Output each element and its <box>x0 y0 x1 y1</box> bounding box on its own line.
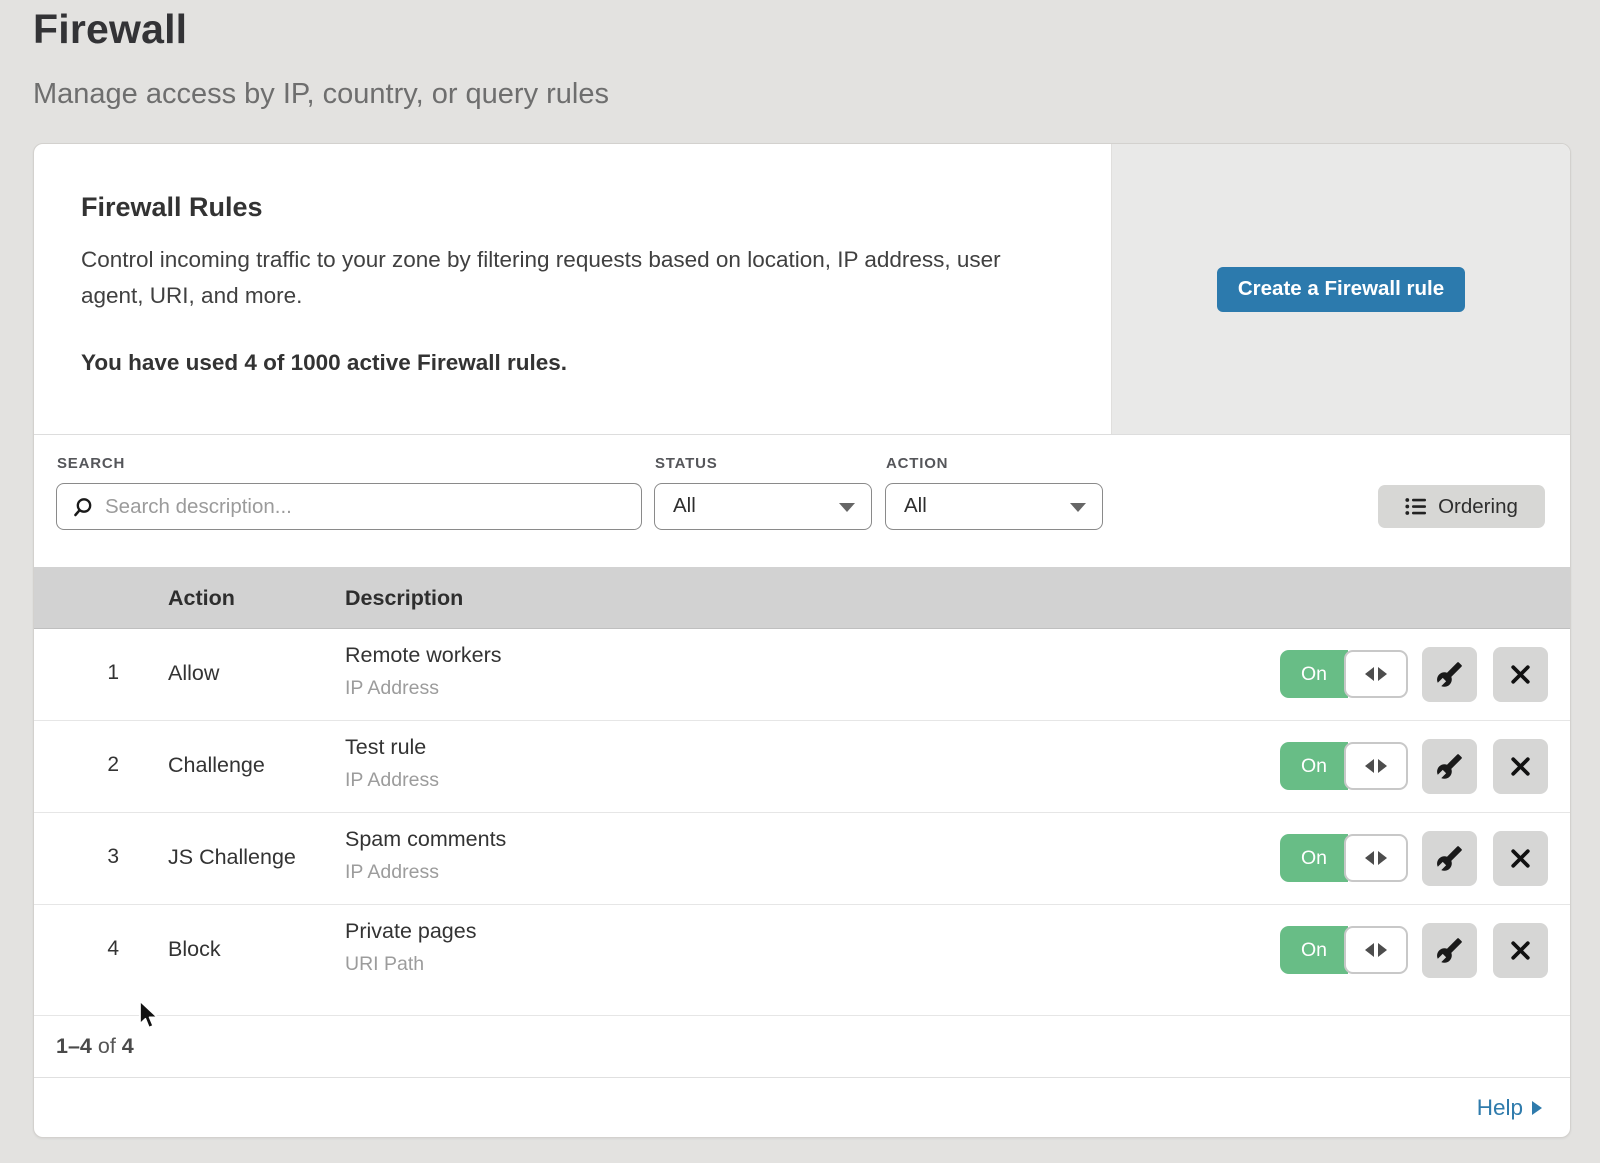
pagination-total: 4 <box>122 1034 134 1058</box>
toggle-knob[interactable] <box>1344 650 1408 698</box>
rule-enabled-toggle[interactable]: On <box>1280 926 1408 974</box>
right-arrow-icon <box>1378 667 1387 681</box>
help-link[interactable]: Help <box>1477 1095 1542 1121</box>
rules-table-body: 1 Allow Remote workers IP Address On 2 <box>34 629 1570 1016</box>
rule-enabled-toggle[interactable]: On <box>1280 650 1408 698</box>
wrench-icon <box>1436 661 1463 688</box>
rule-description-title: Test rule <box>345 735 426 760</box>
toggle-knob[interactable] <box>1344 742 1408 790</box>
pagination-range: 1–4 <box>56 1034 92 1058</box>
create-firewall-rule-button[interactable]: Create a Firewall rule <box>1217 267 1465 312</box>
search-label: SEARCH <box>57 455 125 472</box>
card-footer: Help <box>34 1077 1570 1137</box>
close-icon <box>1508 938 1533 963</box>
firewall-rules-card: Firewall Rules Control incoming traffic … <box>33 143 1571 1138</box>
rules-table-header: Action Description <box>34 567 1570 629</box>
left-arrow-icon <box>1365 667 1374 681</box>
right-arrow-icon <box>1378 943 1387 957</box>
chevron-down-icon <box>1070 503 1086 512</box>
wrench-icon <box>1436 937 1463 964</box>
rule-priority: 2 <box>79 753 119 777</box>
ordering-button[interactable]: Ordering <box>1378 485 1545 528</box>
close-icon <box>1508 662 1533 687</box>
action-select[interactable]: All <box>885 483 1103 530</box>
delete-rule-button[interactable] <box>1493 923 1548 978</box>
wrench-icon <box>1436 753 1463 780</box>
rule-action: JS Challenge <box>168 845 296 870</box>
wrench-icon <box>1436 845 1463 872</box>
search-icon <box>71 496 94 519</box>
rule-match-type: IP Address <box>345 861 439 884</box>
rule-description-title: Spam comments <box>345 827 506 852</box>
status-label: STATUS <box>655 455 718 472</box>
table-row: 3 JS Challenge Spam comments IP Address … <box>34 813 1570 905</box>
rule-action: Challenge <box>168 753 265 778</box>
overview-section: Firewall Rules Control incoming traffic … <box>34 144 1570 434</box>
table-row: 2 Challenge Test rule IP Address On <box>34 721 1570 813</box>
pagination: 1–4 of 4 <box>34 1016 1570 1077</box>
right-arrow-icon <box>1378 851 1387 865</box>
rule-enabled-toggle[interactable]: On <box>1280 742 1408 790</box>
column-header-description: Description <box>345 567 463 629</box>
action-label: ACTION <box>886 455 948 472</box>
close-icon <box>1508 754 1533 779</box>
right-triangle-icon <box>1532 1101 1542 1115</box>
delete-rule-button[interactable] <box>1493 647 1548 702</box>
edit-rule-button[interactable] <box>1422 739 1477 794</box>
toggle-on-label: On <box>1280 742 1348 790</box>
pagination-of: of <box>98 1034 116 1058</box>
page-subtitle: Manage access by IP, country, or query r… <box>33 78 609 111</box>
rules-usage-text: You have used 4 of 1000 active Firewall … <box>81 350 567 376</box>
rule-match-type: IP Address <box>345 769 439 792</box>
search-input[interactable] <box>56 483 642 530</box>
status-select[interactable]: All <box>654 483 872 530</box>
rule-action: Allow <box>168 661 219 686</box>
overview-heading: Firewall Rules <box>81 192 263 223</box>
table-row: 4 Block Private pages URI Path On <box>34 905 1570 1016</box>
help-link-label: Help <box>1477 1095 1523 1121</box>
rule-priority: 3 <box>79 845 119 869</box>
rule-match-type: URI Path <box>345 953 424 976</box>
action-selected-value: All <box>904 494 927 517</box>
toggle-on-label: On <box>1280 650 1348 698</box>
toggle-on-label: On <box>1280 926 1348 974</box>
overview-description: Control incoming traffic to your zone by… <box>81 242 1041 314</box>
page-title: Firewall <box>33 6 187 53</box>
rule-priority: 1 <box>79 661 119 685</box>
left-arrow-icon <box>1365 943 1374 957</box>
toggle-knob[interactable] <box>1344 834 1408 882</box>
edit-rule-button[interactable] <box>1422 647 1477 702</box>
rule-description-title: Remote workers <box>345 643 502 668</box>
rule-enabled-toggle[interactable]: On <box>1280 834 1408 882</box>
delete-rule-button[interactable] <box>1493 739 1548 794</box>
toggle-on-label: On <box>1280 834 1348 882</box>
rule-action: Block <box>168 937 221 962</box>
rule-priority: 4 <box>79 937 119 961</box>
left-arrow-icon <box>1365 759 1374 773</box>
filters-section: SEARCH STATUS ACTION All All <box>34 434 1570 567</box>
close-icon <box>1508 846 1533 871</box>
right-arrow-icon <box>1378 759 1387 773</box>
table-row: 1 Allow Remote workers IP Address On <box>34 629 1570 721</box>
toggle-knob[interactable] <box>1344 926 1408 974</box>
chevron-down-icon <box>839 503 855 512</box>
left-arrow-icon <box>1365 851 1374 865</box>
search-field-wrap <box>56 483 642 530</box>
ordered-list-icon <box>1405 497 1427 516</box>
delete-rule-button[interactable] <box>1493 831 1548 886</box>
column-header-action: Action <box>168 567 235 629</box>
create-rule-panel: Create a Firewall rule <box>1111 144 1570 434</box>
ordering-button-label: Ordering <box>1438 495 1518 519</box>
status-selected-value: All <box>673 494 696 517</box>
edit-rule-button[interactable] <box>1422 923 1477 978</box>
rule-description-title: Private pages <box>345 919 476 944</box>
rule-match-type: IP Address <box>345 677 439 700</box>
edit-rule-button[interactable] <box>1422 831 1477 886</box>
